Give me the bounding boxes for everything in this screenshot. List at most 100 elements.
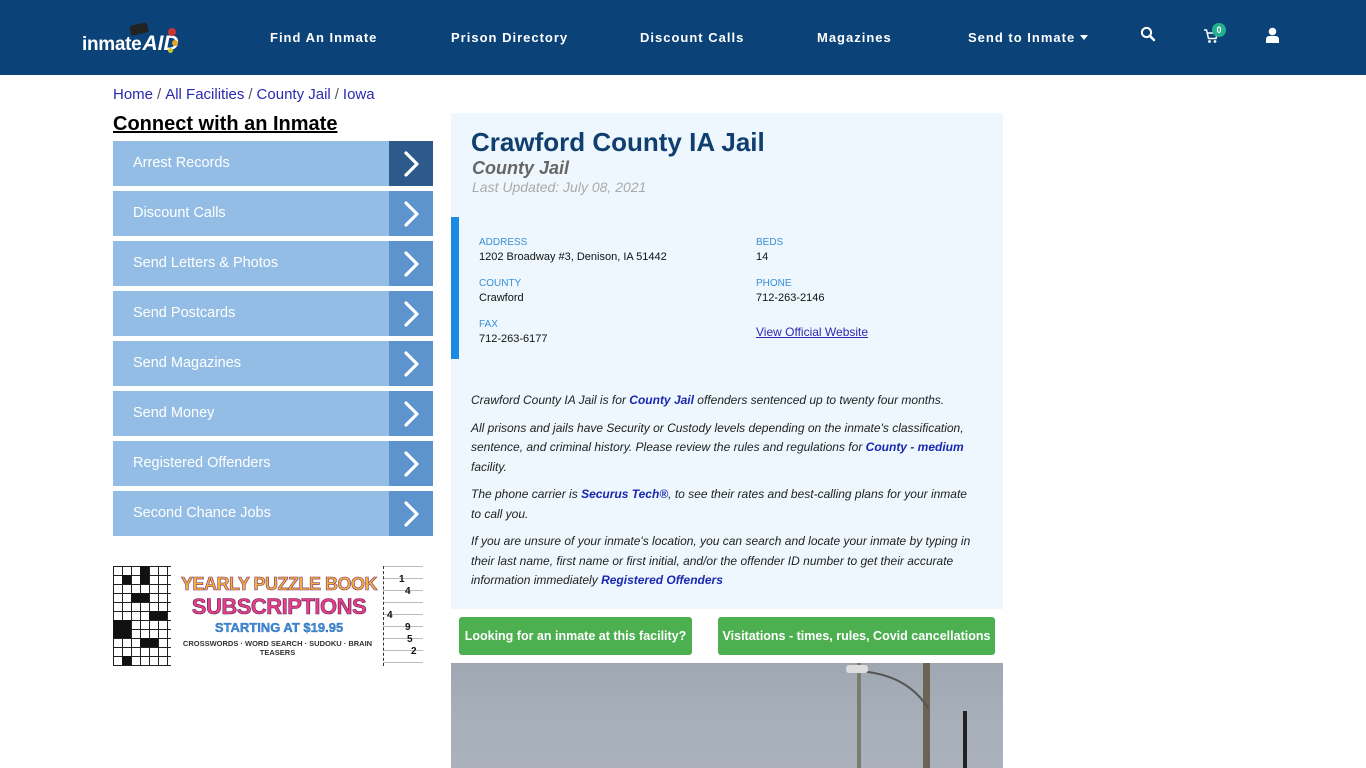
site-logo[interactable]: inmate AID bbox=[82, 22, 179, 56]
chevron-right-icon bbox=[389, 241, 433, 286]
puzzle-book-ad-banner[interactable]: 1 4 4 9 5 2 YEARLY PUZZLE BOOK SUBSCRIPT… bbox=[113, 566, 423, 666]
sudoku-digit: 5 bbox=[407, 634, 413, 645]
breadcrumb-separator: / bbox=[248, 86, 253, 103]
crossword-block bbox=[122, 575, 131, 584]
sidebar-item-label: Registered Offenders bbox=[133, 455, 271, 471]
description-paragraph: All prisons and jails have Security or C… bbox=[471, 419, 976, 478]
facility-card: Crawford County IA Jail County Jail Last… bbox=[451, 113, 1003, 609]
visitations-button[interactable]: Visitations - times, rules, Covid cancel… bbox=[718, 617, 995, 655]
sidebar-item-send-money[interactable]: Send Money bbox=[113, 391, 433, 436]
search-icon[interactable] bbox=[1140, 26, 1158, 44]
chevron-right-icon bbox=[389, 191, 433, 236]
sidebar-item-label: Arrest Records bbox=[133, 155, 230, 171]
sign-pole bbox=[963, 711, 967, 768]
facility-street-photo bbox=[451, 663, 1003, 768]
description-text: Crawford County IA Jail is for bbox=[471, 393, 630, 407]
breadcrumb-iowa[interactable]: Iowa bbox=[343, 86, 375, 103]
sidebar-title[interactable]: Connect with an Inmate bbox=[113, 113, 337, 136]
county-value: Crawford bbox=[479, 292, 524, 304]
sidebar-item-registered-offenders[interactable]: Registered Offenders bbox=[113, 441, 433, 486]
official-website-link[interactable]: View Official Website bbox=[756, 325, 868, 339]
beds-label: BEDS bbox=[756, 237, 784, 248]
description-paragraph: If you are unsure of your inmate's locat… bbox=[471, 532, 976, 591]
county-label: COUNTY bbox=[479, 278, 522, 289]
ad-price: STARTING AT $19.95 bbox=[214, 620, 344, 635]
crossword-block bbox=[140, 566, 149, 584]
securus-tech-link[interactable]: Securus Tech® bbox=[581, 487, 668, 501]
leaf-icon bbox=[168, 48, 173, 53]
crossword-block bbox=[131, 593, 149, 602]
crossword-block bbox=[122, 656, 131, 665]
breadcrumb-all-facilities[interactable]: All Facilities bbox=[165, 86, 244, 103]
address-field: ADDRESS 1202 Broadway #3, Denison, IA 51… bbox=[479, 237, 667, 263]
sudoku-digit: 4 bbox=[405, 586, 411, 597]
nav-magazines[interactable]: Magazines bbox=[817, 30, 892, 45]
sidebar-item-label: Discount Calls bbox=[133, 205, 226, 221]
crossword-block bbox=[140, 638, 158, 647]
find-inmate-at-facility-button[interactable]: Looking for an inmate at this facility? bbox=[459, 617, 692, 655]
breadcrumb-county-jail[interactable]: County Jail bbox=[257, 86, 331, 103]
logo-text: inmate bbox=[82, 34, 142, 55]
county-field: COUNTY Crawford bbox=[479, 278, 524, 304]
sidebar-item-discount-calls[interactable]: Discount Calls bbox=[113, 191, 433, 236]
sidebar-item-label: Second Chance Jobs bbox=[133, 505, 271, 521]
sidebar-item-send-letters-photos[interactable]: Send Letters & Photos bbox=[113, 241, 433, 286]
beds-value: 14 bbox=[756, 251, 769, 263]
description-paragraph: Crawford County IA Jail is for County Ja… bbox=[471, 391, 976, 411]
sidebar-item-label: Send Magazines bbox=[133, 355, 242, 371]
facility-description: Crawford County IA Jail is for County Ja… bbox=[471, 391, 976, 599]
sudoku-digit: 1 bbox=[399, 574, 405, 585]
sidebar-item-second-chance-jobs[interactable]: Second Chance Jobs bbox=[113, 491, 433, 536]
facility-type: County Jail bbox=[472, 158, 570, 178]
registered-offenders-link[interactable]: Registered Offenders bbox=[601, 573, 723, 587]
description-text: offenders sentenced up to twenty four mo… bbox=[693, 393, 945, 407]
fax-field: FAX 712-263-6177 bbox=[479, 319, 548, 345]
sidebar-item-send-magazines[interactable]: Send Magazines bbox=[113, 341, 433, 386]
phone-label: PHONE bbox=[756, 278, 792, 289]
nav-send-to-inmate[interactable]: Send to Inmate bbox=[968, 30, 1089, 45]
user-icon[interactable] bbox=[1265, 27, 1283, 45]
sidebar-item-label: Send Postcards bbox=[133, 305, 236, 321]
county-medium-link[interactable]: County - medium bbox=[866, 440, 964, 454]
cart-count-badge: 0 bbox=[1212, 23, 1226, 37]
leaf-icon bbox=[168, 28, 176, 36]
leaf-icon bbox=[172, 40, 178, 46]
top-navigation-bar: inmate AID Find An Inmate Prison Directo… bbox=[0, 0, 1366, 75]
sudoku-digit: 9 bbox=[405, 622, 411, 633]
fax-label: FAX bbox=[479, 319, 498, 330]
caret-down-icon bbox=[1080, 35, 1089, 40]
description-text: The phone carrier is bbox=[471, 487, 582, 501]
chevron-right-icon bbox=[389, 491, 433, 536]
sidebar-item-label: Send Letters & Photos bbox=[133, 255, 279, 271]
last-updated: Last Updated: July 08, 2021 bbox=[472, 179, 647, 195]
sidebar-item-label: Send Money bbox=[133, 405, 215, 421]
sidebar-item-arrest-records[interactable]: Arrest Records bbox=[113, 141, 433, 186]
nav-discount-calls[interactable]: Discount Calls bbox=[640, 30, 744, 45]
sidebar-menu: Arrest Records Discount Calls Send Lette… bbox=[113, 141, 433, 541]
description-text: facility. bbox=[471, 459, 507, 474]
sidebar-item-send-postcards[interactable]: Send Postcards bbox=[113, 291, 433, 336]
nav-find-an-inmate[interactable]: Find An Inmate bbox=[270, 30, 377, 45]
breadcrumb-home[interactable]: Home bbox=[113, 86, 153, 103]
lamp-arm-graphic bbox=[846, 665, 929, 709]
ad-subheadline: SUBSCRIPTIONS bbox=[191, 594, 367, 620]
crossword-block bbox=[113, 620, 131, 638]
breadcrumb: Home / All Facilities / County Jail / Iowa bbox=[113, 86, 375, 103]
nav-send-to-inmate-label: Send to Inmate bbox=[968, 30, 1076, 45]
fax-value: 712-263-6177 bbox=[479, 333, 548, 345]
county-jail-link[interactable]: County Jail bbox=[629, 393, 694, 407]
address-label: ADDRESS bbox=[479, 237, 528, 248]
facility-name: Crawford County IA Jail bbox=[471, 127, 765, 157]
facility-info-box: ADDRESS 1202 Broadway #3, Denison, IA 51… bbox=[451, 217, 1003, 359]
ad-tagline: CROSSWORDS · WORD SEARCH · SUDOKU · BRAI… bbox=[182, 639, 373, 657]
nav-prison-directory[interactable]: Prison Directory bbox=[451, 30, 568, 45]
chevron-right-icon bbox=[389, 291, 433, 336]
chevron-right-icon bbox=[389, 141, 433, 186]
ad-headline: YEARLY PUZZLE BOOK bbox=[180, 574, 378, 595]
breadcrumb-separator: / bbox=[334, 86, 339, 103]
description-paragraph: The phone carrier is Securus Tech®, to s… bbox=[471, 485, 976, 524]
chevron-right-icon bbox=[389, 441, 433, 486]
chevron-right-icon bbox=[389, 341, 433, 386]
website-field: View Official Website bbox=[756, 322, 868, 339]
sudoku-digit: 2 bbox=[411, 646, 417, 657]
